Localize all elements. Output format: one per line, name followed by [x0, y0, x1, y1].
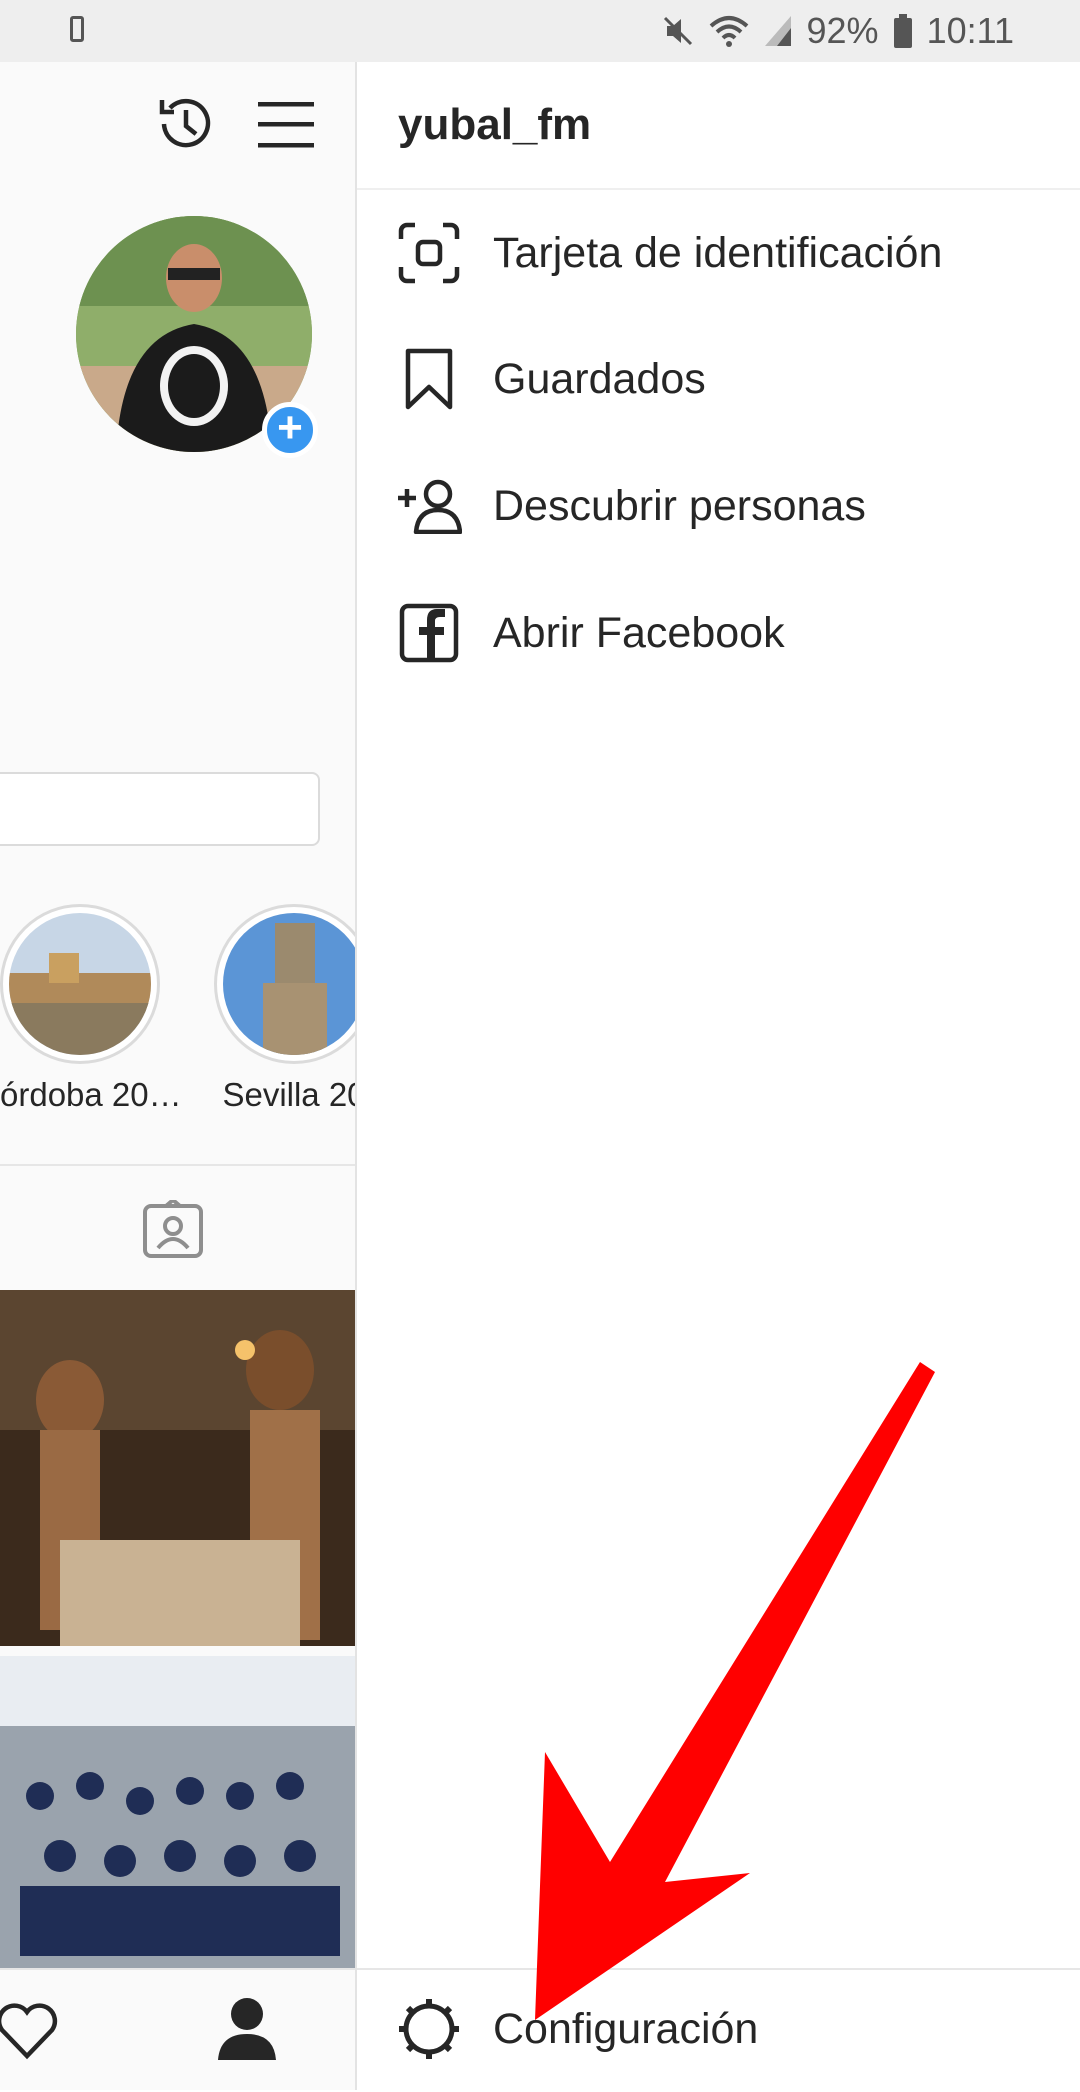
menu-item-open-facebook[interactable]: Abrir Facebook — [357, 570, 1080, 696]
bookmark-icon — [395, 345, 463, 413]
menu-label: Guardados — [493, 354, 706, 403]
menu-item-nametag[interactable]: Tarjeta de identificación — [357, 190, 1080, 316]
history-icon[interactable] — [152, 92, 216, 156]
wifi-icon — [709, 16, 748, 47]
phone-icon — [70, 16, 84, 42]
username: yubal_fm — [398, 100, 592, 149]
drawer-footer: Configuración — [357, 1968, 1080, 2090]
side-drawer: yubal_fm Tarjeta de identificación Guard… — [355, 62, 1080, 2090]
menu-item-settings[interactable]: Configuración — [357, 1966, 1080, 2092]
status-bar: 92% 10:11 — [0, 0, 1080, 62]
post-thumbnail[interactable] — [0, 1290, 355, 1646]
highlight-label: órdoba 20… — [0, 1076, 182, 1113]
battery-percent: 92% — [806, 10, 879, 51]
facebook-icon — [395, 599, 463, 667]
menu-label: Abrir Facebook — [493, 608, 785, 657]
menu-item-discover-people[interactable]: Descubrir personas — [357, 443, 1080, 569]
menu-label: Configuración — [493, 2004, 759, 2053]
tagged-icon[interactable] — [142, 1200, 204, 1260]
heart-icon[interactable] — [0, 2000, 60, 2060]
signal-icon — [764, 16, 791, 46]
menu-label: Tarjeta de identificación — [493, 228, 943, 277]
highlight-item[interactable]: Sevilla 20 — [214, 904, 355, 1114]
profile-icon[interactable] — [216, 1996, 278, 2062]
nametag-icon — [395, 219, 463, 287]
clock: 10:11 — [926, 10, 1014, 51]
divider — [0, 1164, 355, 1166]
mute-icon — [663, 16, 692, 46]
profile-pane: + órdoba 20… Sevilla 20 — [0, 62, 355, 2090]
add-story-icon[interactable]: + — [262, 402, 318, 458]
highlight-label: Sevilla 20 — [222, 1076, 355, 1113]
highlight-item[interactable]: órdoba 20… — [0, 904, 182, 1114]
menu-label: Descubrir personas — [493, 481, 866, 530]
post-thumbnail[interactable] — [0, 1656, 355, 1970]
bottom-nav — [0, 1968, 355, 2090]
menu-icon[interactable] — [258, 100, 314, 150]
gear-icon — [395, 1995, 463, 2063]
edit-profile-button[interactable] — [0, 772, 320, 846]
add-person-icon — [395, 472, 463, 540]
menu-item-saved[interactable]: Guardados — [357, 316, 1080, 442]
battery-icon — [893, 14, 912, 48]
drawer-header: yubal_fm — [357, 62, 1080, 190]
